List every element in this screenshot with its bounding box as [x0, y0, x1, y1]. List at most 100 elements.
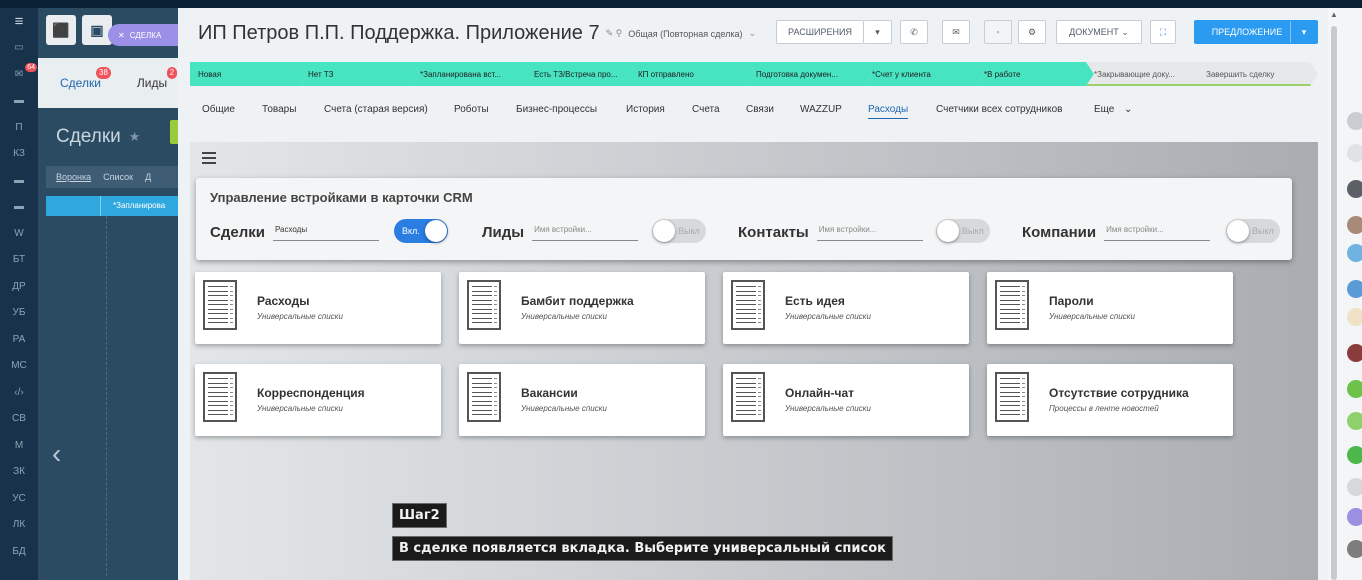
- rail-item[interactable]: ▬: [0, 194, 38, 221]
- list-card[interactable]: Расходы Универсальные списки: [195, 272, 441, 344]
- scrollbar-thumb[interactable]: [1331, 26, 1337, 580]
- chat-button[interactable]: ▪: [984, 20, 1012, 44]
- document-button[interactable]: ДОКУМЕНТ ⌄: [1056, 20, 1142, 44]
- rail-item[interactable]: ДР: [0, 273, 38, 300]
- avatar[interactable]: [1347, 308, 1362, 326]
- embed-toggle[interactable]: Выкл: [936, 219, 990, 243]
- stage-item[interactable]: Нет ТЗ: [300, 62, 420, 86]
- avatar[interactable]: [1347, 180, 1362, 198]
- rail-item[interactable]: БД: [0, 538, 38, 565]
- rail-item[interactable]: П: [0, 114, 38, 141]
- tab-more[interactable]: Еще: [1094, 104, 1114, 115]
- bg-view-funnel[interactable]: Воронка: [56, 172, 91, 182]
- phone-button[interactable]: ✆: [900, 20, 928, 44]
- list-card[interactable]: Корреспонденция Универсальные списки: [195, 364, 441, 436]
- rail-item[interactable]: БТ: [0, 247, 38, 274]
- stage-item[interactable]: Новая: [190, 62, 308, 86]
- rail-item[interactable]: ЛК: [0, 512, 38, 539]
- stage-item[interactable]: *Счет у клиента: [864, 62, 984, 86]
- list-card[interactable]: Бамбит поддержка Универсальные списки: [459, 272, 705, 344]
- rail-item[interactable]: МС: [0, 353, 38, 380]
- bg-view-other[interactable]: Д: [145, 172, 151, 182]
- rail-item[interactable]: ▬: [0, 88, 38, 115]
- rail-item[interactable]: ✉ 64: [0, 61, 38, 88]
- bg-tab-deals[interactable]: Сделки 38: [60, 67, 111, 90]
- rail-item[interactable]: СВ: [0, 406, 38, 433]
- stage-item[interactable]: *В работе: [976, 62, 1094, 86]
- avatar[interactable]: [1347, 508, 1362, 526]
- extensions-button[interactable]: РАСШИРЕНИЯ: [776, 20, 864, 44]
- bg-app-icon-2[interactable]: ▣: [82, 15, 112, 45]
- tab-item[interactable]: Связи: [746, 104, 774, 115]
- scrollbar[interactable]: ▲: [1328, 8, 1340, 580]
- tab-item[interactable]: Счета (старая версия): [324, 104, 428, 115]
- tab-item[interactable]: Общие: [202, 104, 235, 115]
- tab-item[interactable]: Счетчики всех сотрудников: [936, 104, 1062, 115]
- tab-item[interactable]: Товары: [262, 104, 296, 115]
- embed-name-input[interactable]: Имя встройки...: [816, 225, 923, 241]
- avatar[interactable]: [1347, 540, 1362, 558]
- list-card[interactable]: Вакансии Универсальные списки: [459, 364, 705, 436]
- tab-item[interactable]: Счета: [692, 104, 720, 115]
- avatar[interactable]: [1347, 412, 1362, 430]
- tab-item[interactable]: История: [626, 104, 665, 115]
- list-card[interactable]: Онлайн-чат Универсальные списки: [723, 364, 969, 436]
- chevron-down-icon[interactable]: ⌄: [1124, 104, 1132, 115]
- bg-tab-leads[interactable]: Лиды 2: [137, 67, 178, 90]
- embed-name-input[interactable]: Расходы: [272, 225, 379, 241]
- rail-item[interactable]: ‹/›: [0, 379, 38, 406]
- menu-icon[interactable]: [202, 152, 216, 164]
- rail-item[interactable]: УБ: [0, 300, 38, 327]
- email-button[interactable]: ✉: [942, 20, 970, 44]
- fullscreen-button[interactable]: ⛶: [1150, 20, 1176, 44]
- star-icon[interactable]: ★: [129, 129, 141, 145]
- rail-item[interactable]: ▬: [0, 167, 38, 194]
- avatar[interactable]: [1347, 344, 1362, 362]
- stage-item[interactable]: *Запланирована вст...: [412, 62, 534, 86]
- extensions-dropdown[interactable]: ▾: [864, 20, 892, 44]
- avatar[interactable]: [1347, 216, 1362, 234]
- chevron-down-icon[interactable]: ⌄: [748, 28, 756, 39]
- avatar[interactable]: [1347, 244, 1362, 262]
- rail-item[interactable]: УС: [0, 485, 38, 512]
- deal-category[interactable]: Общая (Повторная сделка): [628, 29, 742, 39]
- embed-name-input[interactable]: Имя встройки...: [1104, 225, 1211, 241]
- avatar[interactable]: [1347, 144, 1362, 162]
- tab-item[interactable]: Роботы: [454, 104, 489, 115]
- embed-toggle[interactable]: Вкл.: [394, 219, 448, 243]
- rail-item[interactable]: ▭: [0, 35, 38, 62]
- offer-button[interactable]: ПРЕДЛОЖЕНИЕ: [1194, 20, 1300, 44]
- list-card[interactable]: Есть идея Универсальные списки: [723, 272, 969, 344]
- rail-item[interactable]: ≡: [0, 8, 38, 35]
- settings-button[interactable]: ⚙: [1018, 20, 1046, 44]
- tab-item[interactable]: Расходы: [868, 104, 909, 119]
- rail-item[interactable]: W: [0, 220, 38, 247]
- stage-item[interactable]: КП отправлено: [630, 62, 756, 86]
- embed-name-input[interactable]: Имя встройки...: [532, 225, 639, 241]
- tab-item[interactable]: Бизнес-процессы: [516, 104, 597, 115]
- embed-toggle[interactable]: Выкл: [1226, 219, 1280, 243]
- stage-item[interactable]: *Закрывающие доку...: [1086, 62, 1206, 86]
- list-card[interactable]: Отсутствие сотрудника Процессы в ленте но…: [987, 364, 1233, 436]
- stage-item[interactable]: Подготовка докумен...: [748, 62, 872, 86]
- avatar[interactable]: [1347, 446, 1362, 464]
- avatar[interactable]: [1347, 280, 1362, 298]
- stage-item[interactable]: Завершить сделку: [1198, 62, 1318, 86]
- rail-item[interactable]: КЗ: [0, 141, 38, 168]
- avatar[interactable]: [1347, 112, 1362, 130]
- tab-item[interactable]: WAZZUP: [800, 104, 842, 115]
- chevron-left-icon[interactable]: ‹: [52, 438, 61, 470]
- scroll-up-icon[interactable]: ▲: [1330, 10, 1338, 19]
- bg-add-button[interactable]: [170, 120, 178, 144]
- rail-item[interactable]: М: [0, 432, 38, 459]
- offer-dropdown[interactable]: ▾: [1290, 20, 1318, 44]
- bg-view-list[interactable]: Список: [103, 172, 133, 182]
- avatar[interactable]: [1347, 478, 1362, 496]
- bg-app-icon[interactable]: ⬛: [46, 15, 76, 45]
- avatar[interactable]: [1347, 380, 1362, 398]
- list-card[interactable]: Пароли Универсальные списки: [987, 272, 1233, 344]
- embed-toggle[interactable]: Выкл: [652, 219, 706, 243]
- stage-item[interactable]: Есть ТЗ/Встреча про...: [526, 62, 638, 86]
- rail-item[interactable]: РА: [0, 326, 38, 353]
- deal-title[interactable]: ИП Петров П.П. Поддержка. Приложение 7: [198, 22, 600, 45]
